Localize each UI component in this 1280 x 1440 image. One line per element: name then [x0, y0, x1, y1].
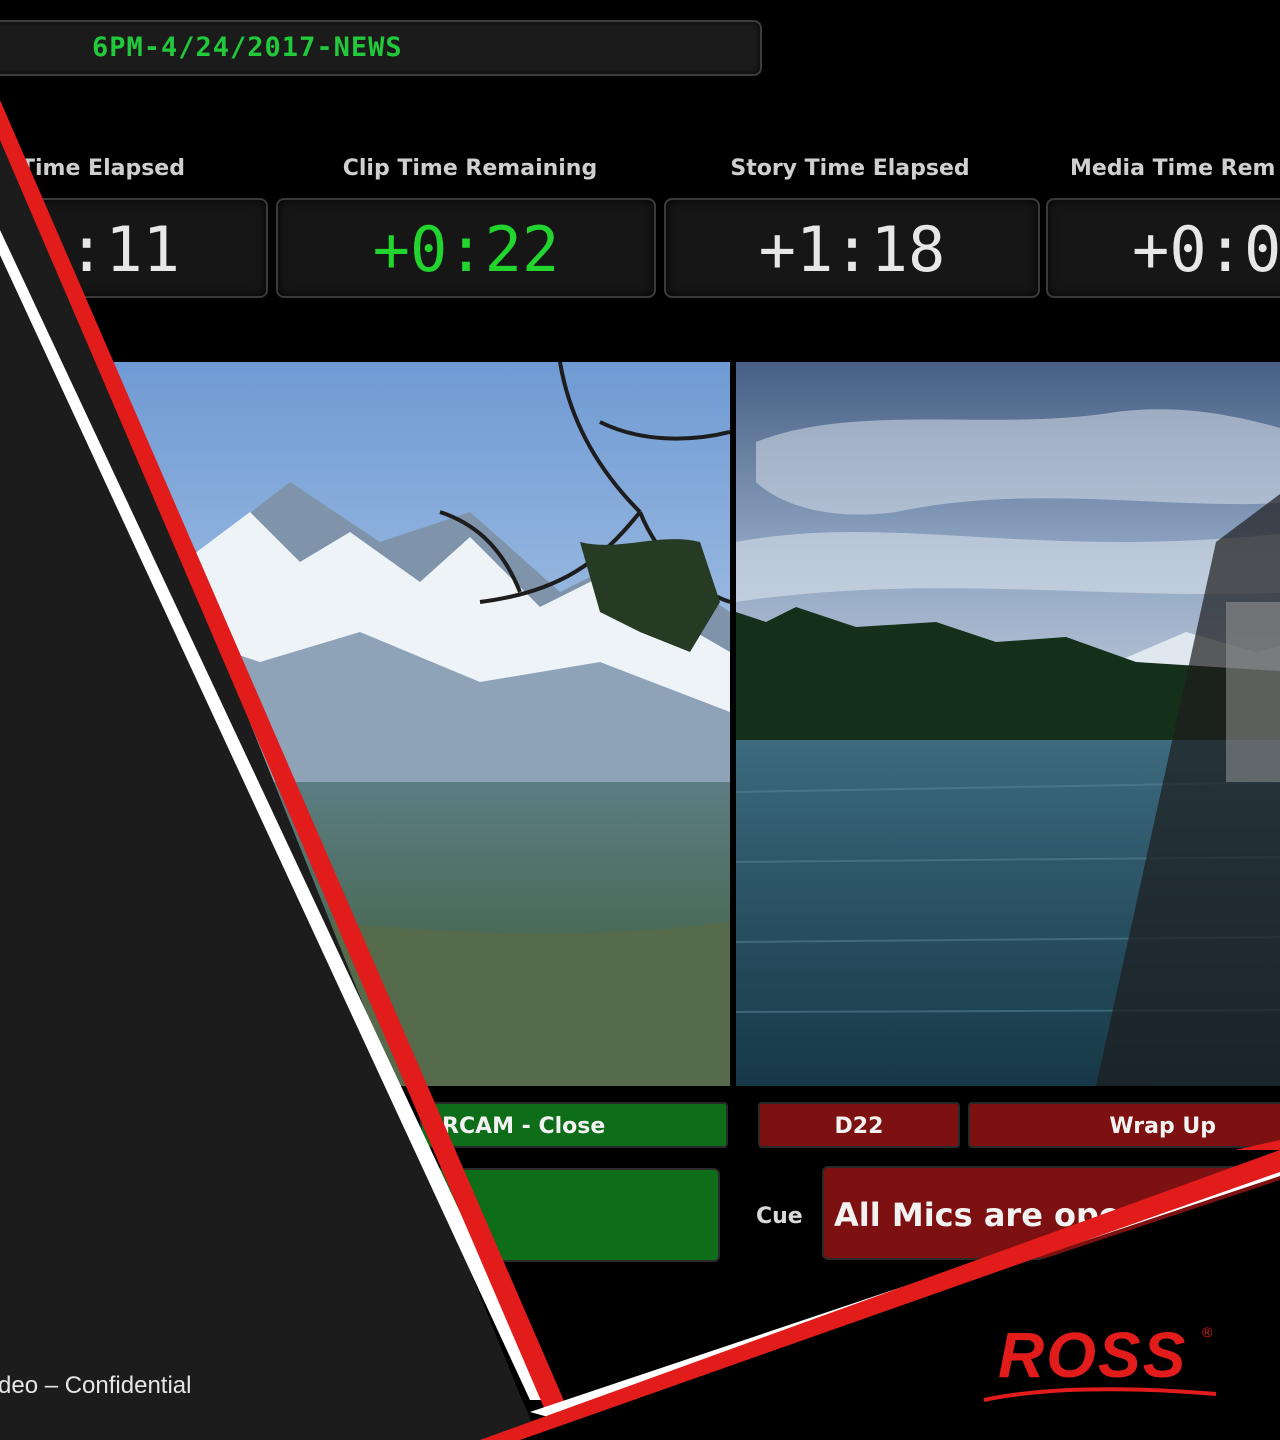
story-time-elapsed-label: Story Time Elapsed: [730, 156, 970, 181]
clip-time-remaining-timer: +0:22: [276, 198, 656, 298]
rundown-title: 6PM-4/24/2017-NEWS: [92, 32, 403, 63]
media-time-remaining-label: Media Time Rem: [1070, 156, 1276, 181]
cue-message-box: All Mics are ope: [822, 1166, 1280, 1260]
time-elapsed-timer: :11: [0, 198, 268, 298]
clip-time-remaining-label: Clip Time Remaining: [342, 156, 598, 181]
program-source-tally: RCAM - Close: [420, 1102, 728, 1148]
program-status-box: [420, 1168, 720, 1262]
time-elapsed-label: Time Elapsed: [20, 156, 185, 181]
rundown-title-bar: 6PM-4/24/2017-NEWS: [0, 20, 762, 76]
story-time-elapsed-timer: +1:18: [664, 198, 1040, 298]
cue-label: Cue: [756, 1204, 803, 1229]
ross-logo: ROSS ®: [980, 1318, 1220, 1414]
media-time-remaining-timer: +0:0: [1046, 198, 1280, 298]
program-video-preview: [0, 362, 730, 1086]
preview-video-feed: [736, 362, 1280, 1086]
preview-source-tally: D22: [758, 1102, 960, 1148]
confidential-footer: deo – Confidential: [0, 1372, 192, 1399]
story-slug-tally: Wrap Up: [968, 1102, 1280, 1148]
